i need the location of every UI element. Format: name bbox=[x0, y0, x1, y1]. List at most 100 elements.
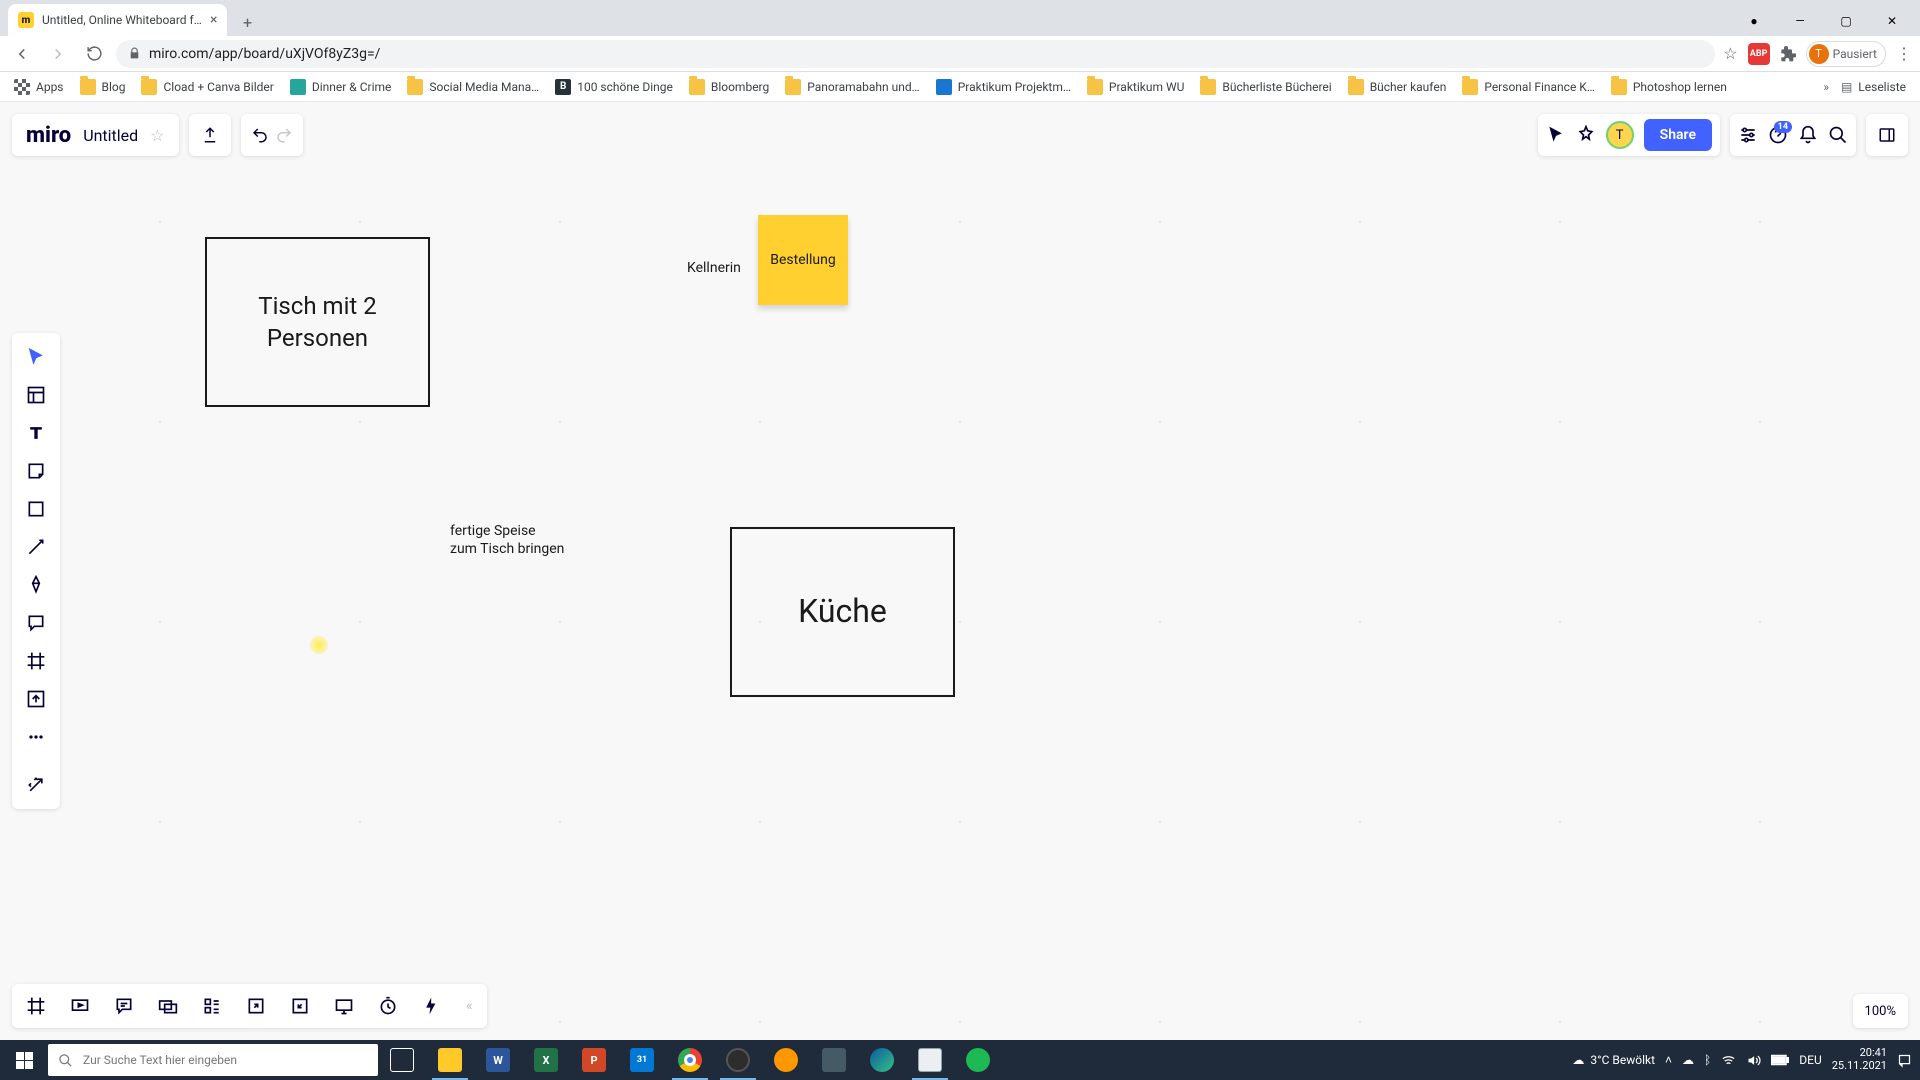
more-tools[interactable] bbox=[18, 719, 54, 755]
bluetooth-icon[interactable]: ᛒ bbox=[1704, 1053, 1711, 1067]
app-icon[interactable] bbox=[810, 1040, 858, 1080]
bookmark-item[interactable]: Bloomberg bbox=[683, 75, 775, 99]
notepad-icon[interactable] bbox=[906, 1040, 954, 1080]
calendar-icon[interactable]: 31 bbox=[618, 1040, 666, 1080]
export-panel-icon[interactable] bbox=[240, 990, 272, 1022]
extensions-icon[interactable] bbox=[1780, 46, 1796, 62]
cursor-tool-icon[interactable] bbox=[1546, 125, 1566, 145]
upload-tool[interactable] bbox=[18, 681, 54, 717]
notifications-icon[interactable] bbox=[1798, 125, 1818, 145]
sticky-bestellung[interactable]: Bestellung bbox=[758, 215, 848, 305]
sticky-note-tool[interactable] bbox=[18, 453, 54, 489]
word-icon[interactable]: W bbox=[474, 1040, 522, 1080]
battery-icon[interactable] bbox=[1771, 1054, 1789, 1066]
chat-panel-icon[interactable] bbox=[108, 990, 140, 1022]
weather-widget[interactable]: ☁ 3°C Bewölkt bbox=[1572, 1053, 1655, 1067]
bookmark-item[interactable]: Praktikum Projektm… bbox=[930, 75, 1077, 99]
frames-panel-icon[interactable] bbox=[20, 990, 52, 1022]
zoom-indicator[interactable]: 100% bbox=[1853, 994, 1908, 1028]
bookmark-item[interactable]: Bücherliste Bücherei bbox=[1194, 75, 1337, 99]
taskbar-search[interactable]: Zur Suche Text hier eingeben bbox=[48, 1044, 378, 1076]
bookmark-item[interactable]: Social Media Mana… bbox=[401, 75, 545, 99]
side-panel-button[interactable] bbox=[1866, 114, 1908, 156]
sticky-text[interactable]: Bestellung bbox=[770, 252, 836, 268]
miro-logo[interactable]: miro bbox=[26, 123, 71, 148]
bookmark-item[interactable]: Bücher kaufen bbox=[1342, 75, 1453, 99]
star-board-icon[interactable]: ☆ bbox=[150, 126, 164, 145]
list-panel-icon[interactable] bbox=[196, 990, 228, 1022]
shape-text[interactable]: Tisch mit 2 Personen bbox=[258, 290, 376, 355]
minimize-window-button[interactable]: — bbox=[1778, 6, 1822, 36]
pen-tool[interactable] bbox=[18, 567, 54, 603]
bookmark-item[interactable]: Praktikum WU bbox=[1081, 75, 1190, 99]
comment-tool[interactable] bbox=[18, 605, 54, 641]
board-title[interactable]: Untitled bbox=[83, 126, 138, 145]
bookmark-item[interactable]: Dinner & Crime bbox=[284, 75, 398, 99]
bookmark-apps[interactable]: Apps bbox=[8, 75, 70, 99]
tray-overflow-icon[interactable]: ˄ bbox=[1665, 1053, 1672, 1067]
select-tool[interactable] bbox=[18, 339, 54, 375]
screen-share-icon[interactable] bbox=[328, 990, 360, 1022]
line-tool[interactable] bbox=[18, 529, 54, 565]
shape-kueche[interactable]: Küche bbox=[730, 527, 955, 697]
chrome-icon[interactable] bbox=[666, 1040, 714, 1080]
volume-icon[interactable] bbox=[1746, 1053, 1761, 1068]
forward-button[interactable] bbox=[44, 40, 72, 68]
reading-list-button[interactable]: ▤Leseliste bbox=[1835, 75, 1912, 99]
file-explorer-icon[interactable] bbox=[426, 1040, 474, 1080]
export-button[interactable] bbox=[189, 114, 231, 156]
text-tool[interactable] bbox=[18, 415, 54, 451]
browser-tab-active[interactable]: m Untitled, Online Whiteboard for × bbox=[8, 4, 227, 36]
frame-tool[interactable] bbox=[18, 643, 54, 679]
bookmark-item[interactable]: Personal Finance K… bbox=[1456, 75, 1601, 99]
back-button[interactable] bbox=[8, 40, 36, 68]
presentation-icon[interactable] bbox=[64, 990, 96, 1022]
redo-button[interactable] bbox=[275, 126, 293, 144]
reload-button[interactable] bbox=[80, 40, 108, 68]
settings-dot-icon[interactable]: ● bbox=[1732, 6, 1776, 36]
close-window-button[interactable]: ✕ bbox=[1870, 6, 1914, 36]
chrome-menu-icon[interactable]: ⋮ bbox=[1896, 44, 1912, 63]
start-button[interactable] bbox=[0, 1040, 48, 1080]
bookmark-item[interactable]: Panoramabahn und… bbox=[779, 75, 925, 99]
activity-icon[interactable] bbox=[416, 990, 448, 1022]
user-avatar[interactable]: T bbox=[1606, 121, 1634, 149]
timer-icon[interactable] bbox=[372, 990, 404, 1022]
chrome-profile[interactable]: T Pausiert bbox=[1806, 41, 1886, 67]
magic-tool[interactable] bbox=[18, 767, 54, 803]
card-panel-icon[interactable] bbox=[152, 990, 184, 1022]
shape-tool[interactable] bbox=[18, 491, 54, 527]
undo-button[interactable] bbox=[251, 126, 269, 144]
powerpoint-icon[interactable]: P bbox=[570, 1040, 618, 1080]
maximize-window-button[interactable]: ▢ bbox=[1824, 6, 1868, 36]
board-title-pill[interactable]: miro Untitled ☆ bbox=[12, 114, 179, 156]
bookmark-item[interactable]: Photoshop lernen bbox=[1605, 75, 1733, 99]
bookmark-item[interactable]: Cload + Canva Bilder bbox=[135, 75, 279, 99]
task-view-icon[interactable] bbox=[378, 1040, 426, 1080]
search-icon[interactable] bbox=[1828, 125, 1848, 145]
excel-icon[interactable]: X bbox=[522, 1040, 570, 1080]
shape-text[interactable]: Küche bbox=[798, 590, 887, 633]
wifi-icon[interactable] bbox=[1721, 1053, 1736, 1068]
shape-tisch[interactable]: Tisch mit 2 Personen bbox=[205, 237, 430, 407]
star-bookmark-icon[interactable]: ☆ bbox=[1723, 44, 1737, 63]
templates-tool[interactable] bbox=[18, 377, 54, 413]
abp-extension-icon[interactable]: ABP bbox=[1748, 43, 1770, 65]
edge-icon[interactable] bbox=[858, 1040, 906, 1080]
notifications-tray-icon[interactable] bbox=[1897, 1053, 1912, 1068]
obs-icon[interactable] bbox=[714, 1040, 762, 1080]
new-tab-button[interactable]: + bbox=[233, 8, 261, 36]
bookmarks-overflow-icon[interactable]: » bbox=[1823, 80, 1829, 94]
bookmark-item[interactable]: B100 schöne Dinge bbox=[549, 75, 679, 99]
settings-icon[interactable] bbox=[1738, 125, 1758, 145]
app-icon[interactable] bbox=[762, 1040, 810, 1080]
collapse-toolbar-icon[interactable]: « bbox=[460, 998, 479, 1014]
import-panel-icon[interactable] bbox=[284, 990, 316, 1022]
share-button[interactable]: Share bbox=[1644, 119, 1712, 151]
close-tab-icon[interactable]: × bbox=[210, 12, 217, 28]
label-kellnerin[interactable]: Kellnerin bbox=[687, 260, 741, 276]
url-box[interactable]: miro.com/app/board/uXjVOf8yZ3g=/ bbox=[116, 40, 1715, 68]
label-speise[interactable]: fertige Speise zum Tisch bringen bbox=[450, 522, 564, 558]
language-indicator[interactable]: DEU bbox=[1799, 1053, 1821, 1067]
clock[interactable]: 20:41 25.11.2021 bbox=[1832, 1047, 1887, 1072]
